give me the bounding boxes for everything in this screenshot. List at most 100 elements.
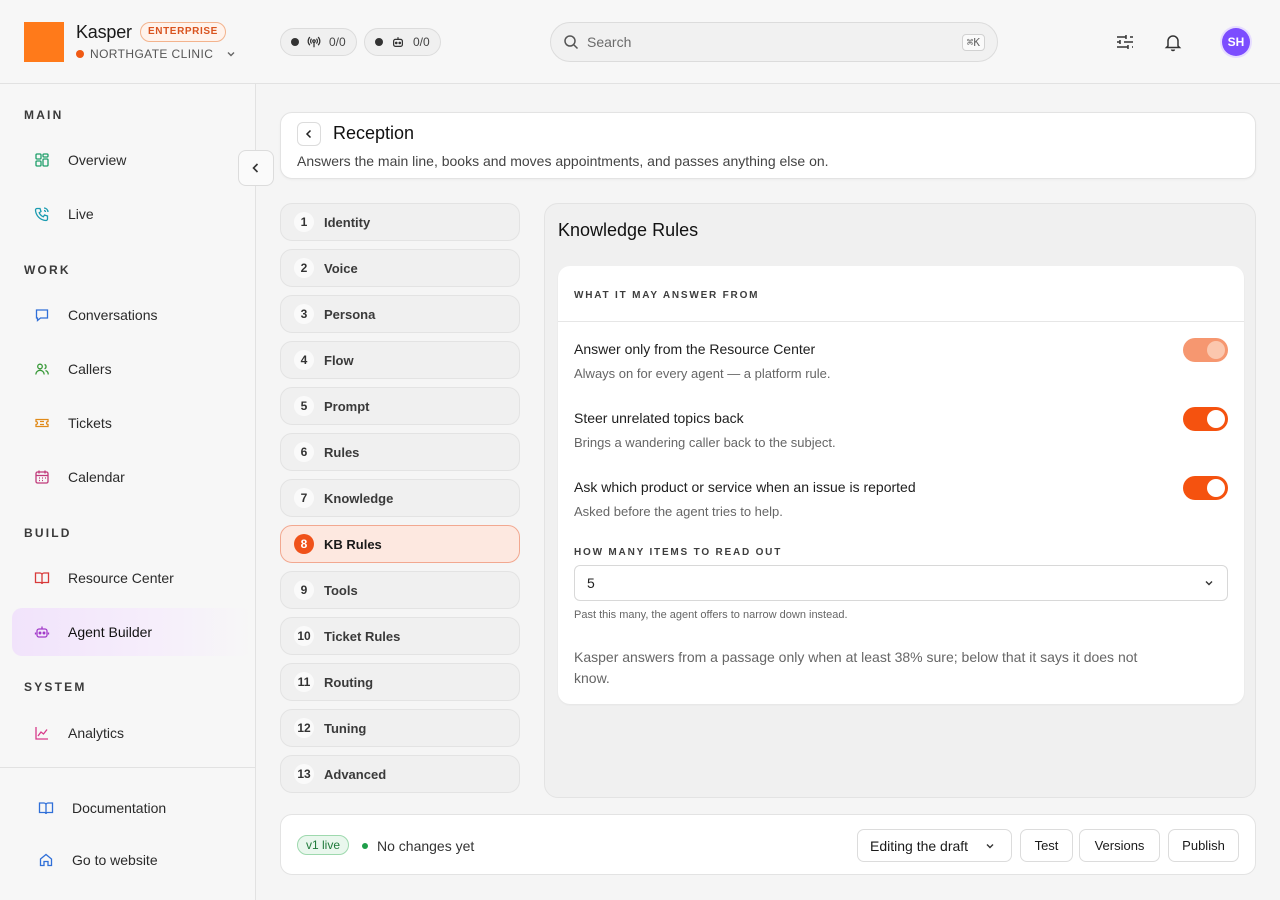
step-routing[interactable]: 11 Routing <box>280 663 520 701</box>
calls-counter-value: 0/0 <box>329 35 346 49</box>
book-icon <box>34 572 50 585</box>
step-voice[interactable]: 2 Voice <box>280 249 520 287</box>
sliders-icon <box>1117 35 1133 49</box>
rule-title: Ask which product or service when an iss… <box>574 479 916 495</box>
step-ticket-rules[interactable]: 10 Ticket Rules <box>280 617 520 655</box>
knowledge-rules-panel: Knowledge Rules WHAT IT MAY ANSWER FROM … <box>544 203 1256 798</box>
sidebar-item-live[interactable]: Live <box>12 190 252 238</box>
sidebar-item-website[interactable]: Go to website <box>16 836 256 884</box>
calendar-icon <box>35 470 49 484</box>
filters-button[interactable] <box>1113 30 1137 54</box>
step-rules[interactable]: 6 Rules <box>280 433 520 471</box>
step-knowledge[interactable]: 7 Knowledge <box>280 479 520 517</box>
search-input[interactable] <box>587 34 954 50</box>
steer-topics-toggle[interactable] <box>1183 407 1228 431</box>
chat-icon <box>35 309 49 322</box>
sidebar-item-label: Documentation <box>72 800 167 816</box>
step-label: Rules <box>324 444 360 460</box>
mode-dropdown[interactable]: Editing the draft <box>857 829 1012 862</box>
step-number: 1 <box>294 212 314 232</box>
step-number: 11 <box>294 672 314 692</box>
panel-title: Knowledge Rules <box>558 220 699 240</box>
step-tuning[interactable]: 12 Tuning <box>280 709 520 747</box>
org-switcher[interactable]: NORTHGATE CLINIC <box>76 47 237 61</box>
phone-icon <box>34 207 49 222</box>
sidebar-item-label: Calendar <box>68 469 125 485</box>
publish-bar: v1 live No changes yet Editing the draft… <box>280 814 1256 875</box>
rule-description: Brings a wandering caller back to the su… <box>574 435 836 450</box>
page-description: Answers the main line, books and moves a… <box>297 153 829 169</box>
chevron-down-icon <box>1205 581 1213 586</box>
step-label: Flow <box>324 352 354 368</box>
sidebar-item-agent-builder[interactable]: Agent Builder <box>12 608 252 656</box>
step-number: 10 <box>294 626 314 646</box>
step-kb-rules[interactable]: 8 KB Rules <box>280 525 520 563</box>
sidebar-item-label: Live <box>68 206 94 222</box>
calls-counter-pill[interactable]: 0/0 <box>280 28 357 56</box>
user-avatar[interactable]: SH <box>1222 28 1250 56</box>
sidebar-item-documentation[interactable]: Documentation <box>16 784 256 832</box>
step-number: 8 <box>294 534 314 554</box>
sidebar-item-analytics[interactable]: Analytics <box>12 709 252 757</box>
toggle-knob <box>1207 410 1225 428</box>
agents-counter-pill[interactable]: 0/0 <box>364 28 441 56</box>
agents-counter-value: 0/0 <box>413 35 430 49</box>
items-label: HOW MANY ITEMS TO READ OUT <box>574 547 783 558</box>
step-number: 6 <box>294 442 314 462</box>
org-status-dot <box>76 50 84 58</box>
broadcast-icon <box>307 36 321 48</box>
book-open-icon <box>38 802 54 815</box>
robot-icon <box>34 626 50 638</box>
step-label: Persona <box>324 306 376 322</box>
step-label: Prompt <box>324 398 370 414</box>
step-label: Routing <box>324 674 374 690</box>
rule-title: Answer only from the Resource Center <box>574 341 816 357</box>
sidebar-item-tickets[interactable]: Tickets <box>12 399 252 447</box>
step-flow[interactable]: 4 Flow <box>280 341 520 379</box>
collapse-sidebar-button[interactable] <box>238 150 274 186</box>
sidebar-item-label: Conversations <box>68 307 158 323</box>
resource-center-only-toggle[interactable] <box>1183 338 1228 362</box>
step-label: KB Rules <box>324 536 382 552</box>
version-badge: v1 live <box>297 835 350 855</box>
step-label: Identity <box>324 214 371 230</box>
rule-description: Asked before the agent tries to help. <box>574 504 783 519</box>
section-label-main: MAIN <box>24 108 64 122</box>
section-heading: WHAT IT MAY ANSWER FROM <box>574 290 760 301</box>
test-button[interactable]: Test <box>1020 829 1073 862</box>
step-tools[interactable]: 9 Tools <box>280 571 520 609</box>
sidebar-item-label: Resource Center <box>68 570 174 586</box>
step-prompt[interactable]: 5 Prompt <box>280 387 520 425</box>
step-number: 3 <box>294 304 314 324</box>
brand-name: Kasper <box>76 22 132 42</box>
step-label: Voice <box>324 260 358 276</box>
sidebar-item-callers[interactable]: Callers <box>12 345 252 393</box>
step-advanced[interactable]: 13 Advanced <box>280 755 520 793</box>
rules-card: WHAT IT MAY ANSWER FROM Answer only from… <box>558 266 1244 704</box>
publish-button[interactable]: Publish <box>1168 829 1239 862</box>
brand-logo[interactable] <box>24 22 64 62</box>
search-bar[interactable]: ⌘K <box>550 22 998 62</box>
step-label: Advanced <box>324 766 387 782</box>
sidebar-item-label: Analytics <box>68 725 125 741</box>
status-text: No changes yet <box>377 838 475 854</box>
sidebar-item-overview[interactable]: Overview <box>12 136 252 184</box>
back-button[interactable] <box>297 122 321 146</box>
sidebar-item-calendar[interactable]: Calendar <box>12 453 252 501</box>
sidebar-item-resource-center[interactable]: Resource Center <box>12 554 252 602</box>
step-number: 12 <box>294 718 314 738</box>
search-icon <box>564 35 579 50</box>
sidebar-divider <box>0 767 255 768</box>
section-label-system: SYSTEM <box>24 680 87 694</box>
notifications-button[interactable] <box>1161 30 1185 54</box>
versions-button[interactable]: Versions <box>1079 829 1160 862</box>
step-persona[interactable]: 3 Persona <box>280 295 520 333</box>
org-name: NORTHGATE CLINIC <box>90 47 214 61</box>
section-label-work: WORK <box>24 263 71 277</box>
chevron-left-icon <box>252 163 259 173</box>
ask-product-toggle[interactable] <box>1183 476 1228 500</box>
sidebar-item-label: Overview <box>68 152 127 168</box>
step-identity[interactable]: 1 Identity <box>280 203 520 241</box>
sidebar-item-conversations[interactable]: Conversations <box>12 291 252 339</box>
items-count-select[interactable]: 5 <box>574 565 1228 601</box>
